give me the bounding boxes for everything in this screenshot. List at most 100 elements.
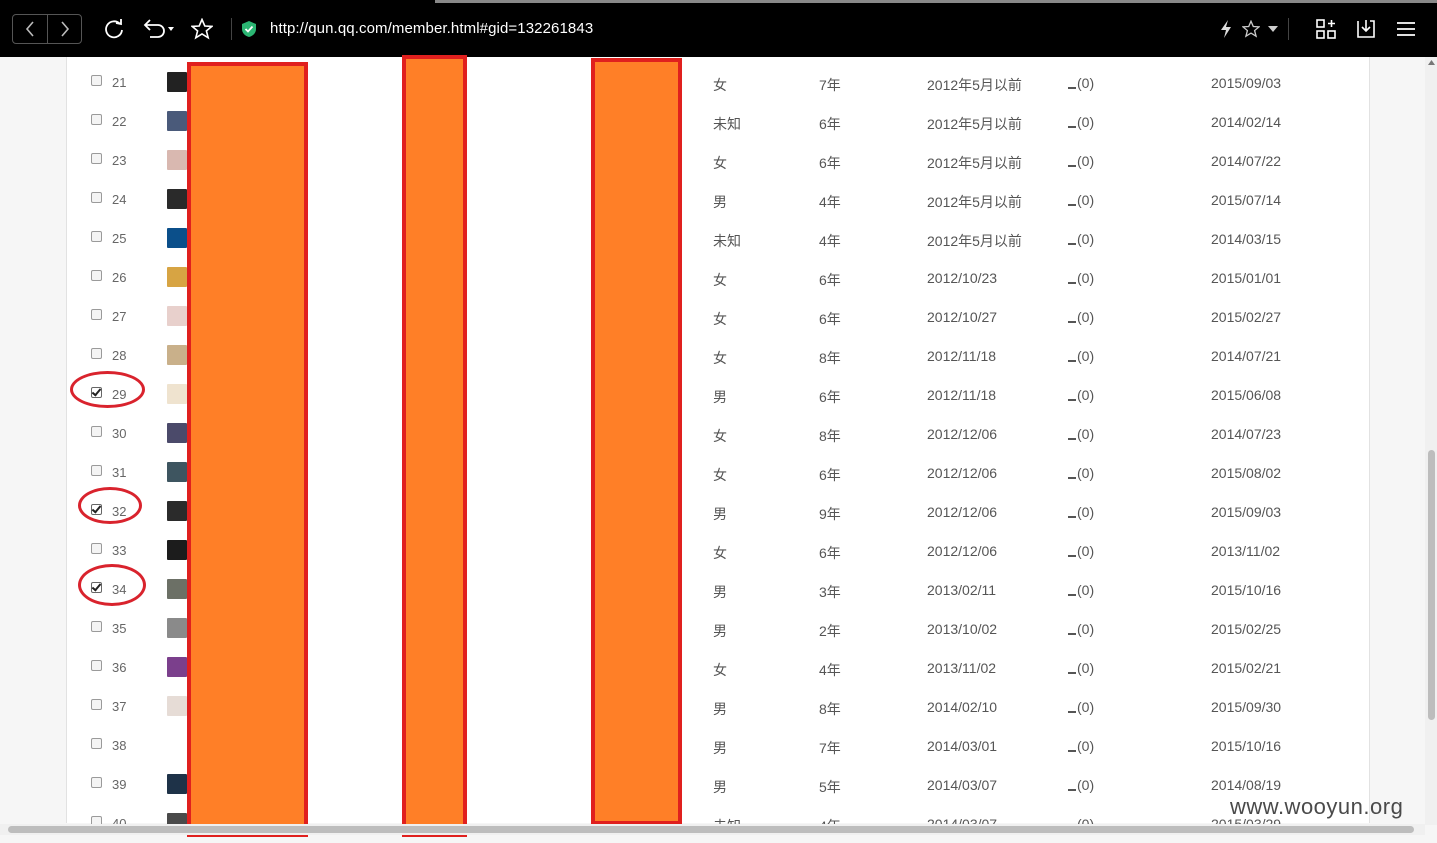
member-avatar[interactable] (167, 72, 187, 92)
member-avatar[interactable] (167, 462, 187, 482)
star-outline-icon (1242, 20, 1260, 38)
last-speak-date-cell: 2015/09/03 (1211, 504, 1282, 520)
member-select-checkbox[interactable] (91, 192, 102, 203)
last-speak-date-cell: 2015/02/21 (1211, 660, 1282, 676)
redaction-block-nickname (187, 62, 308, 837)
speed-mode-button[interactable] (1218, 19, 1234, 39)
member-avatar[interactable] (167, 774, 187, 794)
member-avatar[interactable] (167, 267, 187, 287)
qq-age-cell: 6年 (819, 116, 841, 132)
gender-cell: 男 (713, 701, 727, 717)
member-select-checkbox[interactable] (91, 426, 102, 437)
activity-level-cell: (0) (1068, 387, 1094, 403)
level-value: (0) (1077, 738, 1095, 754)
member-avatar[interactable] (167, 657, 187, 677)
horizontal-scrollbar[interactable] (0, 824, 1425, 835)
level-value: (0) (1077, 699, 1095, 715)
member-select-checkbox[interactable] (91, 699, 102, 710)
qq-age-cell: 6年 (819, 311, 841, 327)
qq-age-cell: 8年 (819, 350, 841, 366)
security-indicator[interactable] (240, 20, 258, 38)
member-select-checkbox[interactable] (91, 309, 102, 320)
join-date-cell: 2012/10/23 (927, 270, 998, 286)
gender-cell: 男 (713, 194, 727, 210)
member-select-checkbox[interactable] (91, 231, 102, 242)
favorites-button[interactable] (1240, 18, 1262, 40)
refresh-button[interactable] (101, 16, 127, 42)
undo-icon (143, 19, 174, 38)
level-bar-icon (1068, 711, 1076, 713)
level-value: (0) (1077, 426, 1095, 442)
member-select-checkbox[interactable] (91, 543, 102, 554)
join-date-cell: 2014/03/01 (927, 738, 998, 754)
member-avatar[interactable] (167, 384, 187, 404)
activity-level-cell: (0) (1068, 192, 1094, 208)
member-avatar[interactable] (167, 423, 187, 443)
bookmark-button[interactable] (189, 16, 215, 42)
apps-button[interactable] (1314, 17, 1338, 41)
member-avatar[interactable] (167, 189, 187, 209)
level-bar-icon (1068, 594, 1076, 596)
forward-button[interactable] (48, 15, 82, 43)
member-select-checkbox[interactable] (91, 777, 102, 788)
member-avatar[interactable] (167, 345, 187, 365)
member-avatar[interactable] (167, 618, 187, 638)
undo-close-button[interactable] (140, 16, 176, 42)
address-bar-url[interactable]: http://qun.qq.com/member.html#gid=132261… (270, 20, 593, 37)
member-avatar[interactable] (167, 306, 187, 326)
member-select-checkbox[interactable] (91, 153, 102, 164)
member-avatar[interactable] (167, 501, 187, 521)
member-avatar[interactable] (167, 579, 187, 599)
level-value: (0) (1077, 192, 1095, 208)
last-speak-date-cell: 2014/03/15 (1211, 231, 1282, 247)
row-number: 26 (112, 270, 127, 285)
gender-cell: 男 (713, 389, 727, 405)
vertical-scroll-thumb[interactable] (1428, 450, 1435, 720)
level-value: (0) (1077, 153, 1095, 169)
menu-icon (1397, 22, 1415, 36)
member-select-checkbox[interactable] (91, 660, 102, 671)
last-speak-date-cell: 2015/06/08 (1211, 387, 1282, 403)
member-select-checkbox[interactable] (91, 738, 102, 749)
member-avatar[interactable] (167, 696, 187, 716)
vertical-scrollbar[interactable] (1425, 57, 1437, 825)
level-bar-icon (1068, 204, 1076, 206)
activity-level-cell: (0) (1068, 426, 1094, 442)
member-avatar[interactable] (167, 735, 187, 755)
member-avatar[interactable] (167, 228, 187, 248)
horizontal-scroll-thumb[interactable] (8, 826, 1414, 833)
gender-cell: 男 (713, 584, 727, 600)
level-value: (0) (1077, 309, 1095, 325)
level-bar-icon (1068, 750, 1076, 752)
watermark: www.wooyun.org (1230, 794, 1404, 819)
row-number: 37 (112, 699, 127, 714)
member-select-checkbox[interactable] (91, 348, 102, 359)
activity-level-cell: (0) (1068, 231, 1094, 247)
activity-level-cell: (0) (1068, 543, 1094, 559)
level-bar-icon (1068, 321, 1076, 323)
annotation-circle-29 (70, 371, 145, 408)
back-button[interactable] (13, 15, 47, 43)
row-number: 21 (112, 75, 127, 90)
member-select-checkbox[interactable] (91, 75, 102, 86)
gender-cell: 女 (713, 467, 727, 483)
join-date-cell: 2014/02/10 (927, 699, 998, 715)
member-avatar[interactable] (167, 540, 187, 560)
member-avatar[interactable] (167, 111, 187, 131)
member-select-checkbox[interactable] (91, 114, 102, 125)
shield-check-icon (242, 21, 256, 37)
main-menu-button[interactable] (1394, 17, 1418, 41)
member-select-checkbox[interactable] (91, 270, 102, 281)
scroll-up-arrow-icon[interactable] (1428, 60, 1435, 65)
join-date-cell: 2012/12/06 (927, 504, 998, 520)
join-date-cell: 2012/12/06 (927, 543, 998, 559)
qq-age-cell: 7年 (819, 740, 841, 756)
member-avatar[interactable] (167, 150, 187, 170)
favorites-dropdown[interactable] (1266, 22, 1280, 36)
row-number: 24 (112, 192, 127, 207)
member-select-checkbox[interactable] (91, 621, 102, 632)
download-icon (1357, 20, 1375, 38)
level-bar-icon (1068, 516, 1076, 518)
downloads-button[interactable] (1354, 17, 1378, 41)
member-select-checkbox[interactable] (91, 465, 102, 476)
